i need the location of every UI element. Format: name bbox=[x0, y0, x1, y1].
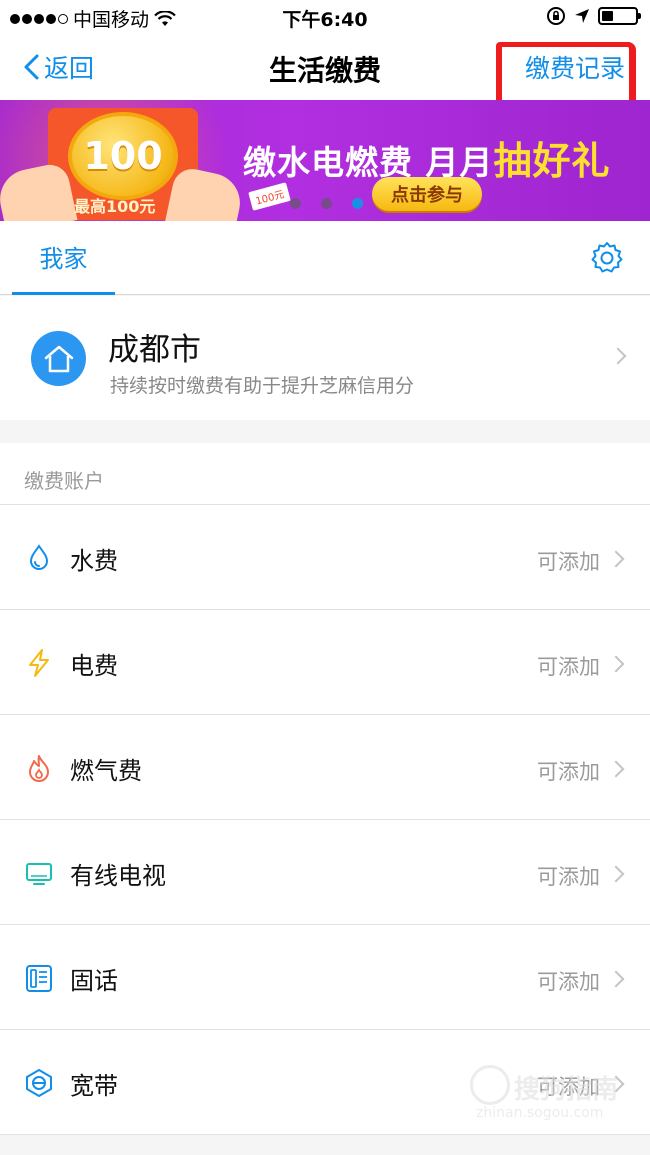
account-status: 可添加 bbox=[537, 550, 600, 574]
watermark-logo-icon bbox=[470, 1065, 510, 1105]
join-button[interactable]: 点击参与 bbox=[372, 177, 482, 211]
chevron-right-icon bbox=[609, 347, 627, 365]
account-label: 燃气费 bbox=[70, 757, 142, 785]
pager-dot[interactable] bbox=[321, 198, 332, 209]
chevron-right-icon bbox=[607, 550, 625, 568]
account-label: 水费 bbox=[70, 547, 118, 575]
tab-my-home[interactable]: 我家 bbox=[12, 221, 115, 295]
account-status: 可添加 bbox=[537, 655, 600, 679]
pager-dot[interactable] bbox=[290, 198, 301, 209]
account-row-electricity[interactable]: 电费 可添加 bbox=[0, 610, 650, 715]
account-status: 可添加 bbox=[537, 970, 600, 994]
chevron-right-icon bbox=[607, 970, 625, 988]
home-hint: 持续按时缴费有助于提升芝麻信用分 bbox=[110, 375, 415, 397]
home-card[interactable]: 成都市 持续按时缴费有助于提升芝麻信用分 bbox=[0, 296, 650, 420]
status-bar: 中国移动 下午6:40 bbox=[0, 0, 650, 34]
accounts-section-header: 缴费账户 bbox=[0, 443, 650, 505]
lightning-icon bbox=[29, 649, 49, 677]
page: 中国移动 下午6:40 返回 生活缴费 缴费记录 100 最高100元 缴水电燃… bbox=[0, 0, 650, 1155]
account-label: 宽带 bbox=[70, 1072, 118, 1100]
account-row-water[interactable]: 水费 可添加 bbox=[0, 505, 650, 610]
pager-dot-active[interactable] bbox=[352, 198, 363, 209]
account-row-gas[interactable]: 燃气费 可添加 bbox=[0, 715, 650, 820]
house-icon bbox=[31, 331, 86, 386]
location-arrow-icon bbox=[575, 9, 589, 23]
account-row-landline[interactable]: 固话 可添加 bbox=[0, 925, 650, 1030]
battery-icon bbox=[598, 7, 641, 25]
nav-bar: 返回 生活缴费 缴费记录 bbox=[0, 34, 650, 122]
banner-headline-highlight: 抽好礼 bbox=[493, 139, 611, 183]
home-city: 成都市 bbox=[108, 332, 201, 368]
gold-coin-graphic: 100 bbox=[68, 112, 178, 200]
flame-icon bbox=[29, 755, 49, 782]
telephone-icon bbox=[26, 965, 52, 992]
watermark: 搜狗指南 zhinan.sogou.com bbox=[470, 1063, 635, 1123]
coin-caption: 最高100元 bbox=[74, 197, 156, 216]
coin-amount: 100 bbox=[83, 134, 163, 178]
home-tabs: 我家 bbox=[0, 221, 650, 295]
coupon-tag: 100元 bbox=[248, 182, 291, 211]
chevron-right-icon bbox=[607, 865, 625, 883]
account-row-cable-tv[interactable]: 有线电视 可添加 bbox=[0, 820, 650, 925]
water-drop-icon bbox=[29, 544, 49, 570]
chevron-right-icon bbox=[607, 760, 625, 778]
watermark-text: 搜狗指南 bbox=[514, 1075, 619, 1105]
account-label: 电费 bbox=[70, 652, 118, 680]
chevron-right-icon bbox=[607, 655, 625, 673]
settings-gear-icon[interactable] bbox=[590, 241, 624, 275]
banner-pager bbox=[290, 198, 363, 209]
tv-icon bbox=[26, 863, 52, 885]
account-status: 可添加 bbox=[537, 760, 600, 784]
watermark-url: zhinan.sogou.com bbox=[476, 1105, 604, 1121]
status-right bbox=[546, 6, 641, 26]
promo-banner[interactable]: 100 最高100元 缴水电燃费 月月抽好礼 100元 点击参与 bbox=[0, 100, 650, 221]
accounts-section-title: 缴费账户 bbox=[24, 469, 104, 493]
account-status: 可添加 bbox=[537, 865, 600, 889]
orientation-lock-icon bbox=[547, 7, 565, 25]
account-list: 水费 可添加 电费 可添加 燃气费 可添加 有线电视 可添加 固话 可添加 宽带… bbox=[0, 505, 650, 1135]
account-label: 有线电视 bbox=[70, 862, 166, 890]
broadband-icon bbox=[26, 1069, 52, 1097]
account-label: 固话 bbox=[70, 967, 118, 995]
